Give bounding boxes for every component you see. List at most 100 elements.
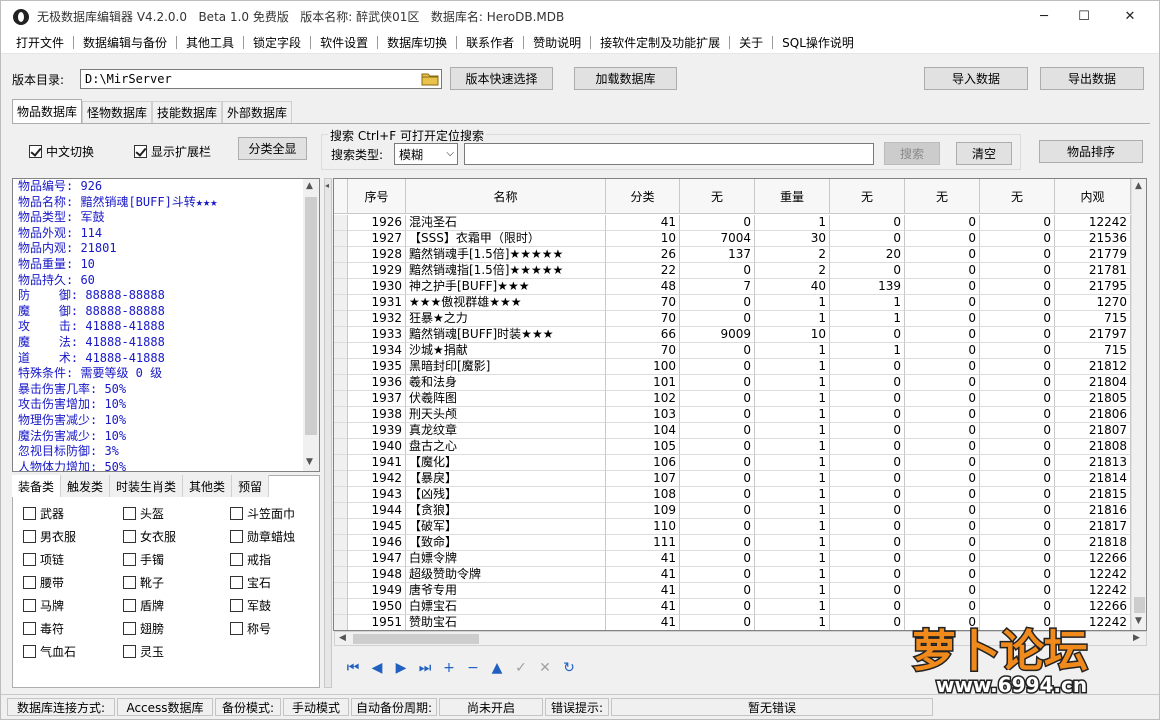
- table-cell[interactable]: 41: [606, 583, 680, 599]
- table-cell[interactable]: 1935: [348, 359, 406, 375]
- table-cell[interactable]: 1947: [348, 551, 406, 567]
- table-cell[interactable]: 21781: [1055, 263, 1131, 279]
- table-cell[interactable]: 101: [606, 375, 680, 391]
- row-selector[interactable]: [334, 215, 348, 231]
- table-cell[interactable]: 1937: [348, 391, 406, 407]
- table-cell[interactable]: 21812: [1055, 359, 1131, 375]
- table-cell[interactable]: 1951: [348, 615, 406, 630]
- table-cell[interactable]: 0: [830, 487, 905, 503]
- table-cell[interactable]: 12242: [1055, 567, 1131, 583]
- table-cell[interactable]: 21807: [1055, 423, 1131, 439]
- table-cell[interactable]: 0: [980, 279, 1055, 295]
- table-cell[interactable]: 0: [905, 567, 980, 583]
- table-cell[interactable]: 1: [755, 567, 830, 583]
- row-selector[interactable]: [334, 471, 348, 487]
- table-cell[interactable]: 41: [606, 599, 680, 615]
- table-cell[interactable]: 41: [606, 551, 680, 567]
- last-record-icon[interactable]: ⏭: [413, 656, 437, 680]
- table-cell[interactable]: 0: [680, 311, 755, 327]
- category-tab-3[interactable]: 其他类: [183, 475, 233, 497]
- table-cell[interactable]: 1933: [348, 327, 406, 343]
- row-selector[interactable]: [334, 407, 348, 423]
- item-name-cell[interactable]: 伏羲阵图: [406, 391, 606, 407]
- table-cell[interactable]: 0: [680, 375, 755, 391]
- table-cell[interactable]: 0: [905, 535, 980, 551]
- table-cell[interactable]: 0: [980, 455, 1055, 471]
- close-button[interactable]: ✕: [1107, 1, 1153, 32]
- table-cell[interactable]: 0: [980, 519, 1055, 535]
- table-cell[interactable]: 0: [905, 263, 980, 279]
- table-cell[interactable]: 0: [680, 471, 755, 487]
- import-data-button[interactable]: 导入数据: [924, 67, 1028, 90]
- table-cell[interactable]: 0: [680, 583, 755, 599]
- table-cell[interactable]: 0: [680, 551, 755, 567]
- table-cell[interactable]: 21817: [1055, 519, 1131, 535]
- category-tab-1[interactable]: 触发类: [61, 475, 111, 497]
- category-checkbox[interactable]: 项链: [23, 551, 64, 568]
- table-cell[interactable]: 139: [830, 279, 905, 295]
- table-cell[interactable]: 48: [606, 279, 680, 295]
- item-name-cell[interactable]: 唐爷专用: [406, 583, 606, 599]
- table-cell[interactable]: 1948: [348, 567, 406, 583]
- table-cell[interactable]: 40: [755, 279, 830, 295]
- table-cell[interactable]: 1: [755, 599, 830, 615]
- row-selector[interactable]: [334, 247, 348, 263]
- cancel-record-icon[interactable]: ✕: [533, 656, 557, 680]
- item-name-cell[interactable]: 【SSS】衣霜甲（限时）: [406, 231, 606, 247]
- table-cell[interactable]: 21536: [1055, 231, 1131, 247]
- table-cell[interactable]: 1940: [348, 439, 406, 455]
- table-cell[interactable]: 41: [606, 615, 680, 630]
- table-cell[interactable]: 1: [755, 551, 830, 567]
- table-cell[interactable]: 7004: [680, 231, 755, 247]
- item-name-cell[interactable]: 羲和法身: [406, 375, 606, 391]
- category-checkbox[interactable]: 手镯: [123, 551, 164, 568]
- table-cell[interactable]: 12242: [1055, 583, 1131, 599]
- row-selector[interactable]: [334, 551, 348, 567]
- menu-item-5[interactable]: 数据库切换: [378, 34, 456, 51]
- table-cell[interactable]: 102: [606, 391, 680, 407]
- search-input[interactable]: [464, 143, 874, 165]
- table-cell[interactable]: 0: [680, 455, 755, 471]
- table-cell[interactable]: 107: [606, 471, 680, 487]
- category-tab-2[interactable]: 时装生肖类: [110, 475, 184, 497]
- table-cell[interactable]: 103: [606, 407, 680, 423]
- item-name-cell[interactable]: 【致命】: [406, 535, 606, 551]
- category-checkbox[interactable]: 宝石: [230, 574, 271, 591]
- table-cell[interactable]: 0: [980, 535, 1055, 551]
- table-cell[interactable]: 21804: [1055, 375, 1131, 391]
- item-name-cell[interactable]: 【魔化】: [406, 455, 606, 471]
- table-cell[interactable]: 100: [606, 359, 680, 375]
- scroll-up-icon[interactable]: ▲: [1135, 181, 1142, 191]
- table-cell[interactable]: 0: [905, 343, 980, 359]
- table-cell[interactable]: 1: [755, 359, 830, 375]
- table-cell[interactable]: 1: [755, 423, 830, 439]
- menu-item-10[interactable]: SQL操作说明: [773, 34, 863, 51]
- item-name-cell[interactable]: 黯然销魂手[1.5倍]★★★★★: [406, 247, 606, 263]
- table-cell[interactable]: 1943: [348, 487, 406, 503]
- category-checkbox[interactable]: 盾牌: [123, 597, 164, 614]
- table-cell[interactable]: 0: [905, 391, 980, 407]
- item-name-cell[interactable]: 盘古之心: [406, 439, 606, 455]
- table-cell[interactable]: 0: [980, 567, 1055, 583]
- item-name-cell[interactable]: 白嫖令牌: [406, 551, 606, 567]
- table-cell[interactable]: 1: [755, 615, 830, 630]
- tab-items-db[interactable]: 物品数据库: [12, 99, 83, 123]
- chinese-switch-checkbox[interactable]: 中文切换: [29, 143, 94, 160]
- category-checkbox[interactable]: 翅膀: [123, 620, 164, 637]
- item-name-cell[interactable]: 真龙纹章: [406, 423, 606, 439]
- table-cell[interactable]: 1: [755, 311, 830, 327]
- search-type-select[interactable]: 模糊 ⌵: [394, 143, 458, 165]
- table-cell[interactable]: 0: [905, 279, 980, 295]
- table-cell[interactable]: 1: [755, 535, 830, 551]
- table-cell[interactable]: 21806: [1055, 407, 1131, 423]
- table-cell[interactable]: 1930: [348, 279, 406, 295]
- table-cell[interactable]: 0: [830, 567, 905, 583]
- show-ext-checkbox[interactable]: 显示扩展栏: [134, 143, 211, 160]
- column-header[interactable]: 分类: [606, 179, 680, 214]
- table-cell[interactable]: 0: [830, 439, 905, 455]
- table-cell[interactable]: 0: [905, 455, 980, 471]
- table-cell[interactable]: 1942: [348, 471, 406, 487]
- table-cell[interactable]: 12266: [1055, 599, 1131, 615]
- table-cell[interactable]: 0: [830, 215, 905, 231]
- table-cell[interactable]: 1: [830, 311, 905, 327]
